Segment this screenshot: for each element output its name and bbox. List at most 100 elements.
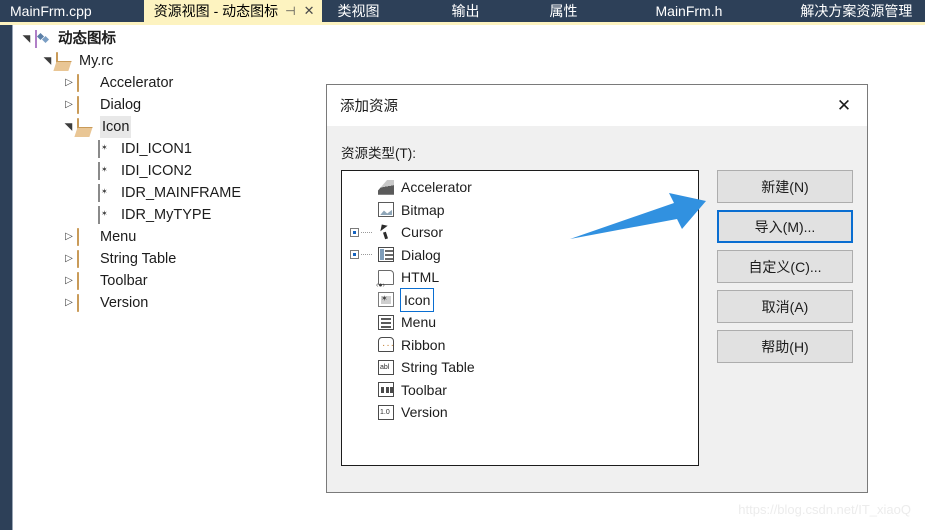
- tree-node-label: Version: [100, 295, 149, 311]
- ribbon-icon-glyph: [378, 337, 395, 353]
- tree-node-label: IDR_MAINFRAME: [121, 185, 242, 201]
- list-item[interactable]: Accelerator: [342, 176, 698, 199]
- expand-box-icon[interactable]: [346, 227, 376, 237]
- accelerator-icon: [376, 179, 396, 196]
- version-icon: [376, 404, 396, 421]
- tree-node[interactable]: IDR_MAINFRAME: [13, 182, 333, 204]
- tree-node-label: IDI_ICON1: [121, 141, 192, 157]
- visual-studio-window: MainFrm.cpp 资源视图 - 动态图标 ⊣ ✕ 类视图 输出 属性 Ma…: [0, 0, 925, 530]
- collapsed-twisty-icon[interactable]: ▷: [61, 270, 77, 292]
- tab-label: MainFrm.cpp: [10, 3, 92, 19]
- import-button[interactable]: 导入(M)...: [717, 210, 853, 243]
- tree-node-label: My.rc: [79, 53, 114, 69]
- folder-open-icon-glyph: [77, 118, 79, 136]
- dialog-title: 添加资源: [340, 99, 398, 115]
- folder-open-icon: [77, 118, 95, 136]
- collapsed-twisty-icon[interactable]: ▷: [61, 94, 77, 116]
- collapsed-twisty-icon[interactable]: ▷: [61, 72, 77, 94]
- list-item[interactable]: Ribbon: [342, 334, 698, 357]
- help-button[interactable]: 帮助(H): [717, 330, 853, 363]
- resource-file-icon: [98, 206, 116, 224]
- list-item[interactable]: Version: [342, 401, 698, 424]
- pin-icon[interactable]: ⊣: [285, 0, 295, 22]
- toolbar-icon-glyph: [378, 382, 394, 398]
- tree-node-label: 动态图标: [58, 31, 116, 47]
- folder-icon: [77, 272, 95, 290]
- list-item[interactable]: Dialog: [342, 244, 698, 267]
- tab-solution-explorer[interactable]: 解决方案资源管理: [790, 0, 922, 22]
- resource-tree-view[interactable]: ◢动态图标◢My.rc▷Accelerator▷Dialog◢IconIDI_I…: [13, 25, 333, 530]
- new-button[interactable]: 新建(N): [717, 170, 853, 203]
- list-item[interactable]: Menu: [342, 311, 698, 334]
- folder-icon: [77, 294, 95, 312]
- list-item-label: Cursor: [401, 224, 444, 241]
- menu-icon-glyph: [378, 314, 394, 330]
- list-item-label: Dialog: [401, 246, 441, 263]
- tree-node[interactable]: IDR_MyTYPE: [13, 204, 333, 226]
- close-icon[interactable]: ✕: [304, 0, 315, 22]
- tab-mainfrm-h[interactable]: MainFrm.h: [646, 0, 733, 22]
- dialog-icon: [376, 246, 396, 263]
- expand-box-icon[interactable]: [346, 250, 376, 260]
- watermark: https://blog.csdn.net/IT_xiaoQ: [738, 502, 911, 517]
- list-item[interactable]: HTML: [342, 266, 698, 289]
- resource-file-icon-glyph: [98, 140, 100, 158]
- icon-icon: [376, 291, 396, 308]
- project-icon: [35, 30, 53, 48]
- collapsed-twisty-icon[interactable]: ▷: [61, 226, 77, 248]
- ribbon-icon: [376, 336, 396, 353]
- folder-icon: [77, 228, 95, 246]
- cancel-button[interactable]: 取消(A): [717, 290, 853, 323]
- list-item[interactable]: Icon: [342, 287, 698, 312]
- resource-file-icon-glyph: [98, 206, 100, 224]
- string-table-icon-glyph: [378, 359, 394, 375]
- tree-node-label: IDR_MyTYPE: [121, 207, 212, 223]
- tree-node[interactable]: ▷ Dialog: [13, 94, 333, 116]
- list-item[interactable]: Toolbar: [342, 379, 698, 402]
- collapsed-twisty-icon[interactable]: ▷: [61, 292, 77, 314]
- tree-node[interactable]: ◢ My.rc: [13, 50, 333, 72]
- folder-icon-glyph: [77, 74, 79, 92]
- tree-node[interactable]: ▷ String Table: [13, 248, 333, 270]
- tab-mainfrm-cpp[interactable]: MainFrm.cpp: [0, 0, 102, 22]
- tree-node[interactable]: ▷ Toolbar: [13, 270, 333, 292]
- expand-box-glyph: [350, 250, 359, 260]
- tab-properties[interactable]: 属性: [540, 0, 588, 22]
- tree-node[interactable]: ▷ Version: [13, 292, 333, 314]
- close-icon[interactable]: ✕: [821, 85, 867, 126]
- tab-resource-view[interactable]: 资源视图 - 动态图标 ⊣ ✕: [143, 0, 322, 22]
- resource-type-listbox[interactable]: Accelerator Bitmap Cursor Dialog HTMLIcon Men…: [341, 170, 699, 466]
- tree-node-label: String Table: [100, 251, 177, 267]
- tree-node[interactable]: ◢ Icon: [13, 116, 333, 138]
- folder-icon-glyph: [77, 294, 79, 312]
- custom-button[interactable]: 自定义(C)...: [717, 250, 853, 283]
- tree-connector-line: [361, 254, 372, 256]
- list-item[interactable]: Bitmap: [342, 199, 698, 222]
- folder-icon-glyph: [77, 96, 79, 114]
- list-item[interactable]: String Table: [342, 356, 698, 379]
- folder-icon: [77, 250, 95, 268]
- tree-node[interactable]: ▷ Menu: [13, 226, 333, 248]
- folder-open-icon: [56, 52, 74, 70]
- collapsed-twisty-icon[interactable]: ▷: [61, 248, 77, 270]
- tree-node-label: Accelerator: [100, 75, 174, 91]
- tab-label: MainFrm.h: [655, 3, 723, 19]
- left-gutter: [0, 25, 12, 530]
- tree-node-label: IDI_ICON2: [121, 163, 192, 179]
- resource-file-icon: [98, 184, 116, 202]
- tree-node-label: Dialog: [100, 97, 142, 113]
- tree-node[interactable]: ▷ Accelerator: [13, 72, 333, 94]
- expand-box-glyph: [350, 227, 359, 237]
- tree-node[interactable]: IDI_ICON1: [13, 138, 333, 160]
- tree-node-label: Toolbar: [100, 273, 148, 289]
- add-resource-dialog: 添加资源 ✕ 资源类型(T): Accelerator Bitmap Cursor D…: [326, 84, 868, 493]
- tree-node-label: Icon: [100, 116, 132, 138]
- tree-node[interactable]: ◢ 动态图标: [13, 28, 333, 50]
- list-item[interactable]: Cursor: [342, 221, 698, 244]
- cursor-icon-glyph: [378, 224, 394, 240]
- tree-node[interactable]: IDI_ICON2: [13, 160, 333, 182]
- tab-label: 属性: [549, 3, 578, 19]
- tab-output[interactable]: 输出: [442, 0, 490, 22]
- tab-class-view[interactable]: 类视图: [328, 0, 390, 22]
- bitmap-icon: [376, 201, 396, 218]
